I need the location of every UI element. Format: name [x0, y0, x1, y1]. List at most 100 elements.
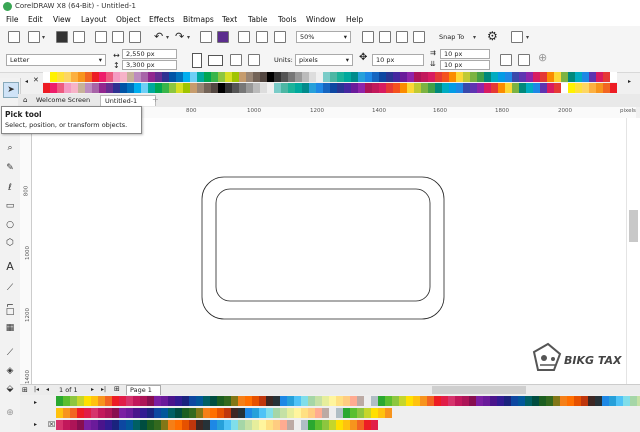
color-swatch[interactable]: [519, 72, 526, 82]
color-swatch[interactable]: [106, 83, 113, 93]
color-swatch[interactable]: [315, 420, 322, 430]
color-swatch[interactable]: [568, 83, 575, 93]
color-swatch[interactable]: [91, 396, 98, 406]
color-swatch[interactable]: [407, 83, 414, 93]
color-swatch[interactable]: [267, 72, 274, 82]
color-swatch[interactable]: [435, 83, 442, 93]
color-swatch[interactable]: [463, 72, 470, 82]
color-swatch[interactable]: [497, 396, 504, 406]
color-swatch[interactable]: [273, 396, 280, 406]
color-swatch[interactable]: [57, 83, 64, 93]
color-swatch[interactable]: [316, 72, 323, 82]
color-swatch[interactable]: [189, 420, 196, 430]
color-swatch[interactable]: [112, 420, 119, 430]
color-swatch[interactable]: [63, 420, 70, 430]
color-swatch[interactable]: [148, 72, 155, 82]
new-document-icon[interactable]: [8, 31, 20, 43]
color-swatch[interactable]: [252, 408, 259, 418]
horizontal-scroll-thumb[interactable]: [432, 386, 526, 394]
undo-icon[interactable]: ↶: [154, 30, 163, 43]
duplicate-distance-y-field[interactable]: 10 px: [440, 60, 490, 70]
color-swatch[interactable]: [315, 396, 322, 406]
color-swatch[interactable]: [337, 72, 344, 82]
color-swatch[interactable]: [280, 396, 287, 406]
color-swatch[interactable]: [126, 420, 133, 430]
color-swatch[interactable]: [245, 420, 252, 430]
color-swatch[interactable]: [379, 72, 386, 82]
color-swatch[interactable]: [596, 72, 603, 82]
color-swatch[interactable]: [350, 420, 357, 430]
color-swatch[interactable]: [483, 396, 490, 406]
color-swatch[interactable]: [323, 83, 330, 93]
color-swatch[interactable]: [364, 420, 371, 430]
color-swatch[interactable]: [518, 396, 525, 406]
color-swatch[interactable]: [70, 396, 77, 406]
add-tool-icon[interactable]: ⊕: [3, 406, 17, 420]
color-swatch[interactable]: [308, 420, 315, 430]
color-swatch[interactable]: [50, 83, 57, 93]
color-swatch[interactable]: [280, 420, 287, 430]
color-swatch[interactable]: [190, 83, 197, 93]
color-swatch[interactable]: [609, 396, 616, 406]
color-swatch[interactable]: [630, 396, 637, 406]
color-swatch[interactable]: [211, 83, 218, 93]
color-swatch[interactable]: [540, 83, 547, 93]
color-swatch[interactable]: [92, 72, 99, 82]
color-swatch[interactable]: [378, 408, 385, 418]
color-swatch[interactable]: [554, 72, 561, 82]
palette-scroll-right-icon[interactable]: ▸: [628, 78, 631, 85]
color-swatch[interactable]: [84, 408, 91, 418]
first-page-icon[interactable]: |◂: [34, 386, 39, 393]
color-swatch[interactable]: [190, 72, 197, 82]
color-swatch[interactable]: [582, 83, 589, 93]
color-swatch[interactable]: [343, 408, 350, 418]
color-swatch[interactable]: [225, 72, 232, 82]
color-swatch[interactable]: [162, 83, 169, 93]
color-swatch[interactable]: [273, 408, 280, 418]
color-swatch[interactable]: [330, 72, 337, 82]
color-swatch[interactable]: [294, 420, 301, 430]
launch-dropdown-icon[interactable]: ▾: [526, 34, 529, 41]
units-select[interactable]: pixels ▾: [295, 54, 353, 66]
color-swatch[interactable]: [414, 83, 421, 93]
print-icon[interactable]: [73, 31, 85, 43]
artistic-media-icon[interactable]: ℓ: [3, 181, 17, 195]
tab-welcome-screen[interactable]: Welcome Screen: [32, 95, 102, 106]
color-swatch[interactable]: [197, 83, 204, 93]
color-swatch[interactable]: [498, 72, 505, 82]
color-swatch[interactable]: [470, 72, 477, 82]
text-tool-icon[interactable]: A: [3, 259, 17, 273]
color-swatch[interactable]: [336, 408, 343, 418]
color-swatch[interactable]: [182, 396, 189, 406]
color-swatch[interactable]: [259, 408, 266, 418]
color-swatch[interactable]: [127, 72, 134, 82]
color-swatch[interactable]: [63, 408, 70, 418]
color-swatch[interactable]: [217, 420, 224, 430]
color-swatch[interactable]: [99, 83, 106, 93]
add-page-icon[interactable]: ⊞: [114, 385, 120, 393]
color-swatch[interactable]: [281, 72, 288, 82]
color-swatch[interactable]: [421, 83, 428, 93]
color-swatch[interactable]: [484, 72, 491, 82]
color-swatch[interactable]: [43, 72, 50, 82]
page-options-icon[interactable]: [518, 54, 530, 66]
color-swatch[interactable]: [414, 72, 421, 82]
color-swatch[interactable]: [99, 72, 106, 82]
color-swatch[interactable]: [204, 83, 211, 93]
color-swatch[interactable]: [260, 72, 267, 82]
color-swatch[interactable]: [386, 72, 393, 82]
add-icon[interactable]: ⊕: [538, 51, 547, 64]
color-swatch[interactable]: [561, 83, 568, 93]
color-swatch[interactable]: [266, 396, 273, 406]
color-swatch[interactable]: [294, 408, 301, 418]
color-swatch[interactable]: [379, 83, 386, 93]
color-swatch[interactable]: [392, 396, 399, 406]
color-swatch[interactable]: [239, 72, 246, 82]
color-swatch[interactable]: [385, 396, 392, 406]
color-swatch[interactable]: [148, 83, 155, 93]
menu-edit[interactable]: Edit: [28, 15, 43, 24]
color-swatch[interactable]: [57, 72, 64, 82]
color-swatch[interactable]: [351, 83, 358, 93]
color-swatch[interactable]: [168, 396, 175, 406]
color-swatch[interactable]: [316, 83, 323, 93]
